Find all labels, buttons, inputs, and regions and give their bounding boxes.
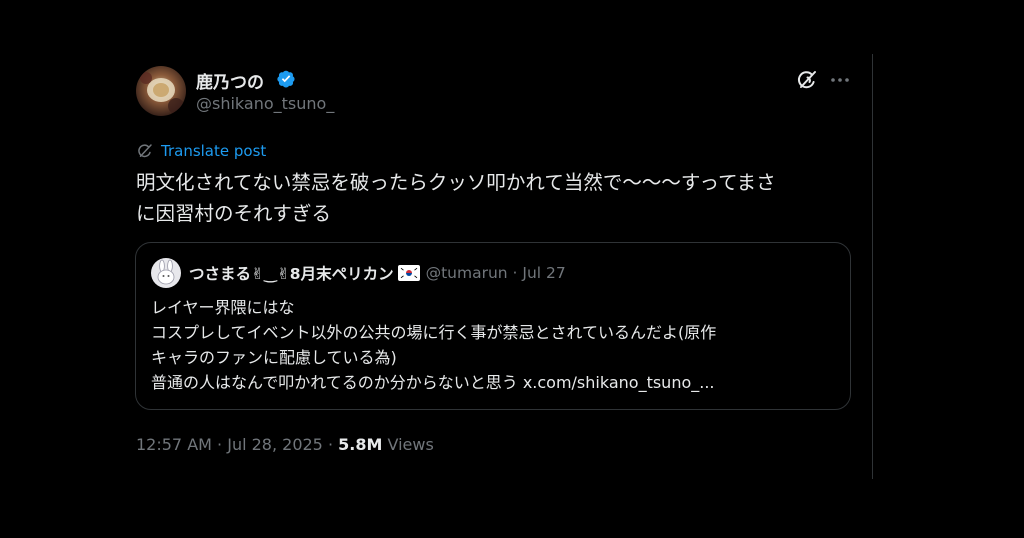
quote-text-line: コスプレしてイベント以外の公共の場に行く事が禁忌とされているんだよ(原作 bbox=[151, 323, 717, 342]
post-meta: 12:57 AM · Jul 28, 2025 · 5.8M Views bbox=[136, 435, 434, 454]
meta-separator: · bbox=[322, 435, 339, 454]
quote-handle-date: @tumarun · Jul 27 bbox=[425, 264, 566, 282]
author-avatar[interactable] bbox=[136, 66, 186, 116]
more-options-icon[interactable] bbox=[829, 70, 851, 90]
views-count[interactable]: 5.8M bbox=[338, 435, 382, 454]
verified-badge-icon bbox=[276, 69, 296, 89]
quote-header: つさまる✌︎‿✌︎8月末ペリカン @tumarun · Jul 27 bbox=[189, 262, 566, 284]
post-text-line: に因習村のそれすぎる bbox=[136, 202, 332, 225]
grok-translate-icon bbox=[136, 142, 154, 160]
timeline-divider bbox=[872, 54, 873, 479]
post-text-line: 明文化されてない禁忌を破ったらクッソ叩かれて当然で〜〜〜すってまさ bbox=[136, 171, 776, 194]
quote-author-avatar[interactable] bbox=[151, 258, 181, 288]
quote-text-line-with-link: 普通の人はなんで叩かれてるのか分からないと思う x.com/shikano_ts… bbox=[151, 370, 841, 395]
quote-body: レイヤー界隈にはな コスプレしてイベント以外の公共の場に行く事が禁忌とされている… bbox=[151, 295, 841, 395]
post-text: 明文化されてない禁忌を破ったらクッソ叩かれて当然で〜〜〜すってまさ に因習村のそ… bbox=[136, 167, 852, 229]
grok-icon[interactable] bbox=[795, 68, 819, 92]
views-label: Views bbox=[387, 435, 434, 454]
quote-text-line: キャラのファンに配慮している為) bbox=[151, 348, 397, 367]
south-korea-flag-icon bbox=[397, 265, 420, 281]
post-date[interactable]: Jul 28, 2025 bbox=[227, 435, 323, 454]
post-time[interactable]: 12:57 AM bbox=[136, 435, 212, 454]
quote-author-display-name[interactable]: つさまる✌︎‿✌︎8月末ペリカン bbox=[189, 262, 394, 284]
quote-text-line: レイヤー界隈にはな bbox=[151, 298, 295, 317]
author-display-name[interactable]: 鹿乃つの bbox=[196, 68, 264, 93]
quoted-post-card[interactable]: つさまる✌︎‿✌︎8月末ペリカン @tumarun · Jul 27 レイヤー界… bbox=[135, 242, 851, 410]
meta-separator: · bbox=[211, 435, 228, 454]
quote-link[interactable]: x.com/shikano_tsuno_... bbox=[523, 373, 715, 392]
author-handle[interactable]: @shikano_tsuno_ bbox=[196, 94, 334, 113]
translate-post-link[interactable]: Translate post bbox=[136, 141, 266, 161]
quote-text-segment: 普通の人はなんで叩かれてるのか分からないと思う bbox=[151, 373, 523, 392]
translate-post-label[interactable]: Translate post bbox=[161, 142, 266, 160]
